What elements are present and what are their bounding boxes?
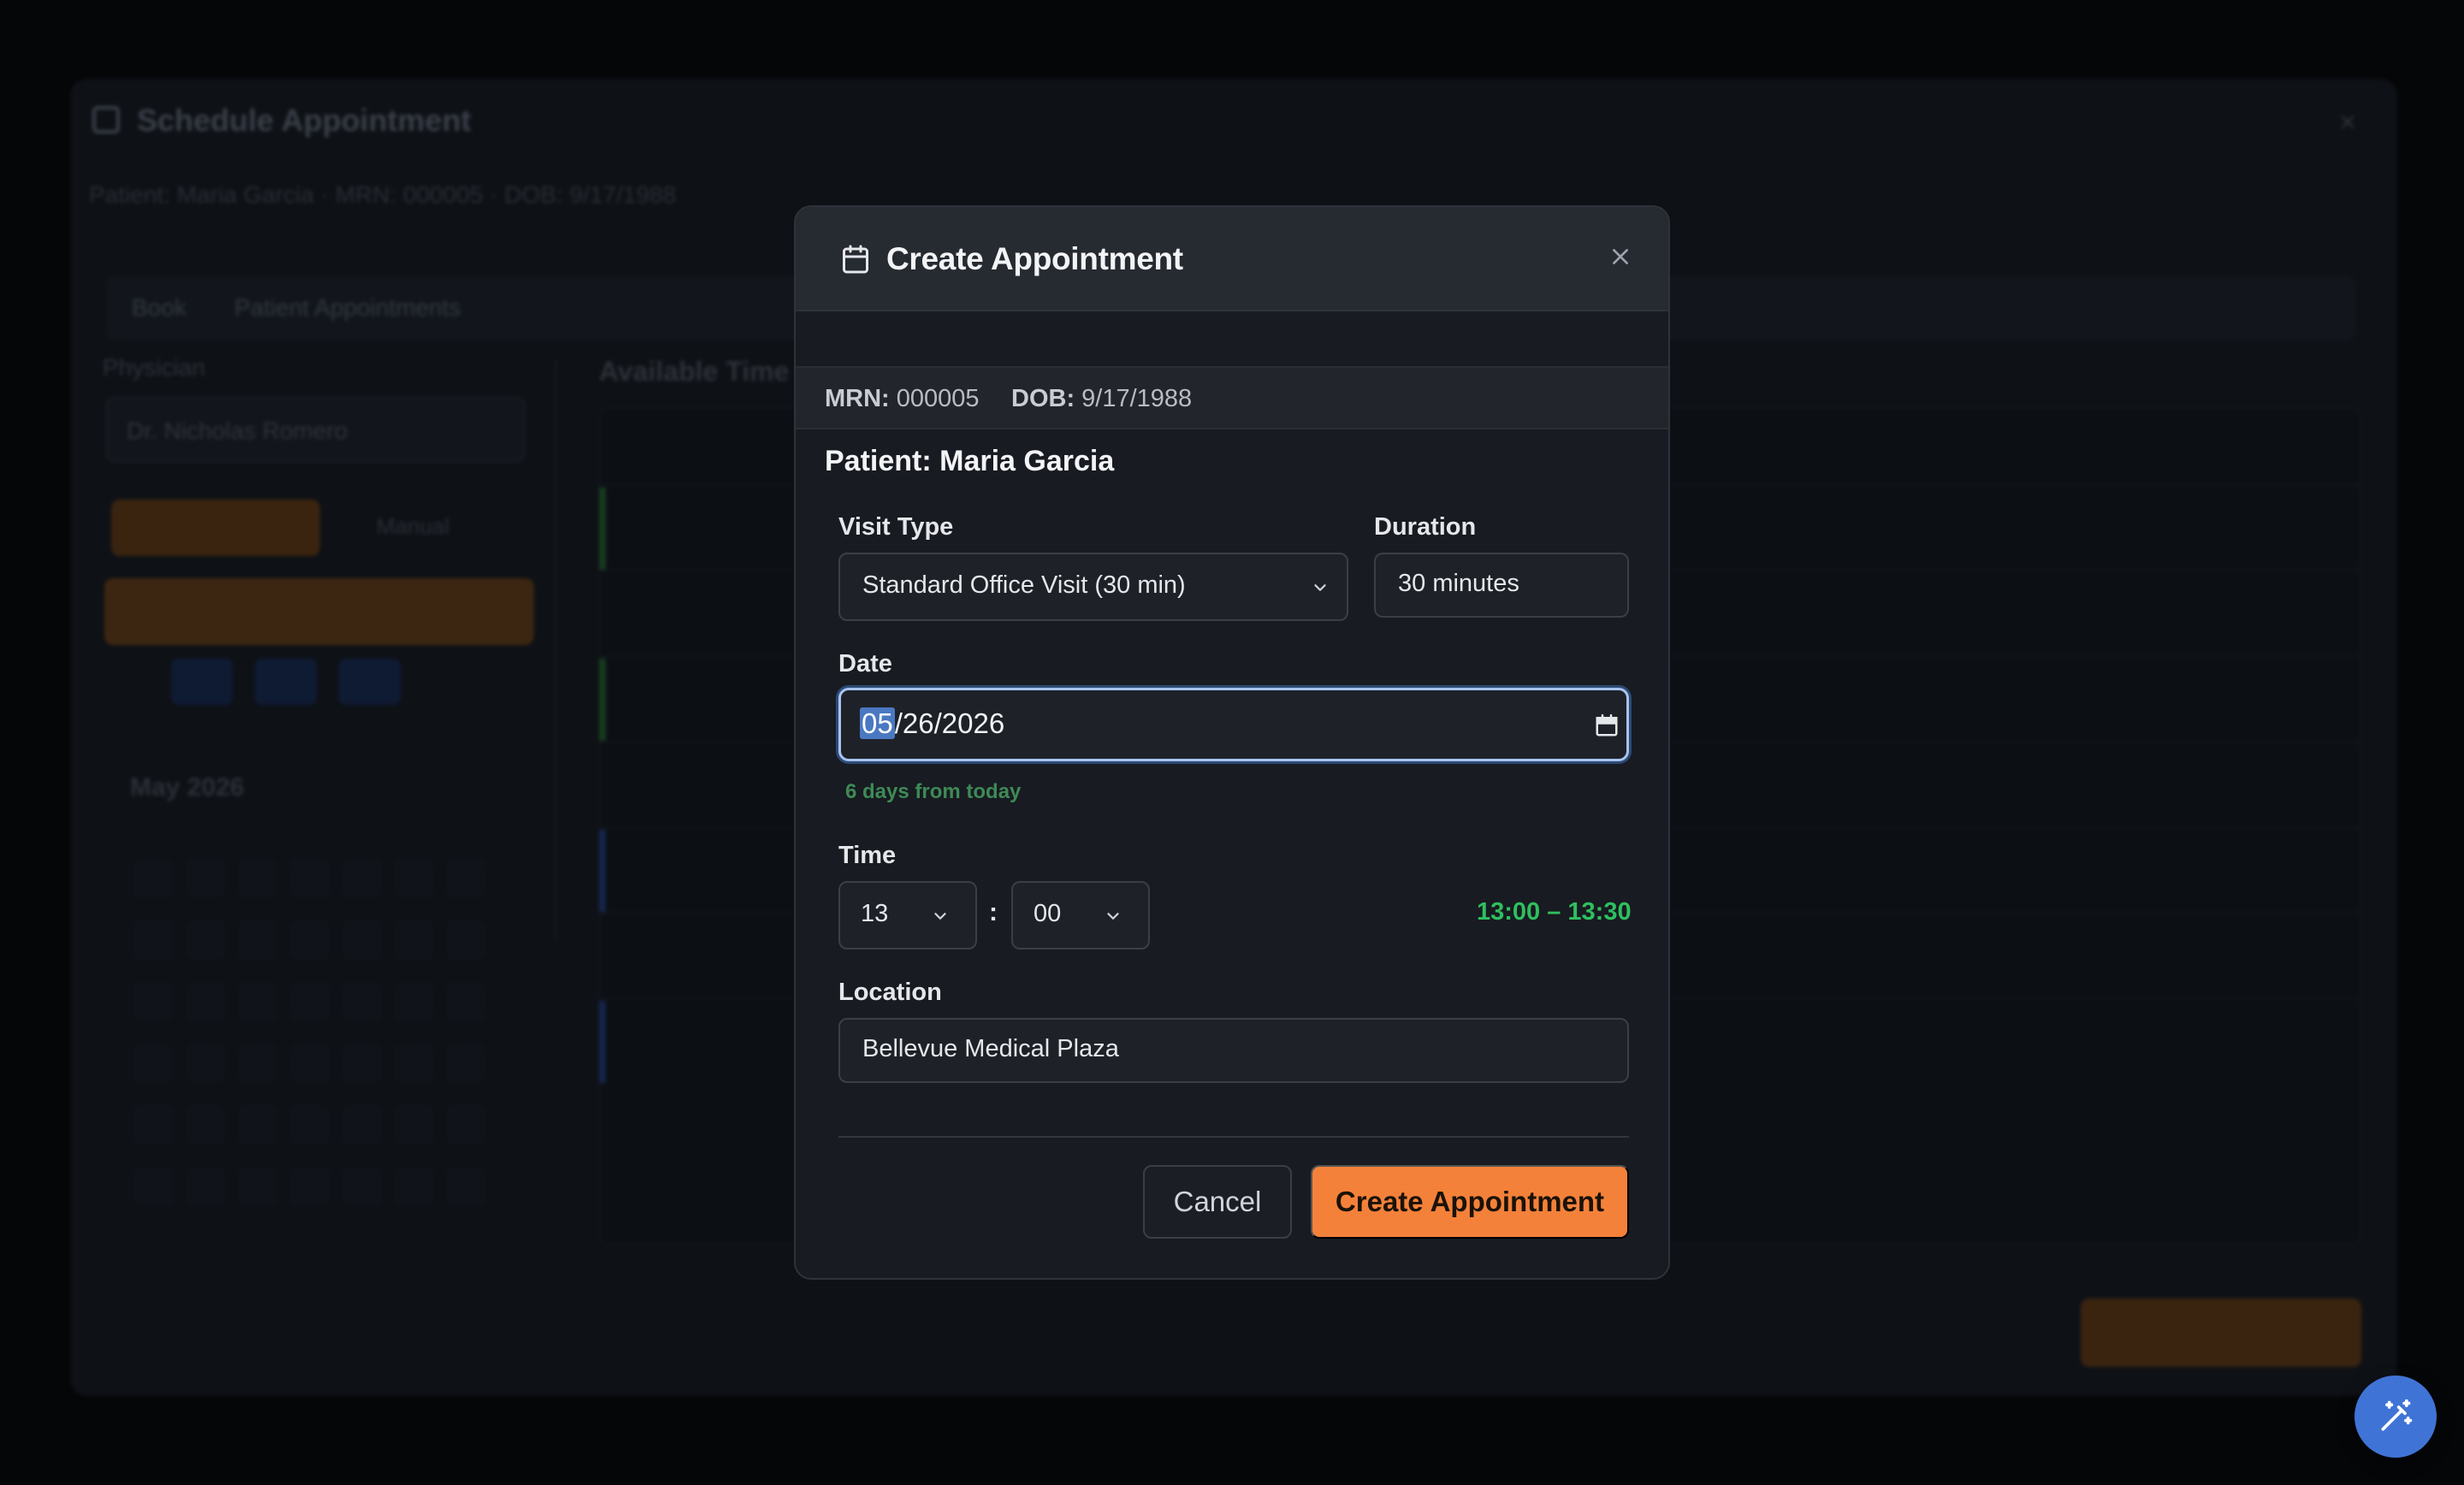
tab-patient-appointments: Patient Appointments: [234, 294, 461, 321]
calendar-day: [290, 982, 329, 1021]
calendar-day: [290, 859, 329, 898]
calendar-day: [394, 859, 434, 898]
calendar-icon[interactable]: [1594, 713, 1620, 738]
date-rest: /26/2026: [894, 707, 1005, 739]
minute-select[interactable]: 00: [1011, 881, 1150, 950]
calendar-day: [133, 1105, 173, 1145]
calendar-day: [186, 982, 225, 1021]
calendar-icon: [92, 106, 120, 133]
calendar-day: [447, 920, 486, 960]
patient-name: Patient: Maria Garcia: [825, 445, 1115, 477]
calendar-day: [186, 1167, 225, 1206]
duration-field[interactable]: 30 minutes: [1374, 553, 1629, 618]
modal-title: Create Appointment: [886, 241, 1183, 276]
calendar-day: [133, 1167, 173, 1206]
status-bar: [599, 659, 606, 741]
date-month-segment[interactable]: 05: [860, 707, 895, 739]
calendar-day: [133, 920, 173, 960]
duration-label: Duration: [1374, 513, 1477, 541]
date-label: Date: [838, 650, 892, 677]
close-icon: [1613, 249, 1628, 264]
calendar-day: [394, 982, 434, 1021]
chevron-down-icon: [934, 913, 946, 920]
location-field[interactable]: Bellevue Medical Plaza: [838, 1018, 1629, 1083]
calendar-icon: [843, 245, 868, 274]
calendar-day: [133, 982, 173, 1021]
calendar-day: [447, 1044, 486, 1083]
close-button[interactable]: [1603, 240, 1638, 274]
chip: [171, 659, 233, 705]
calendar-day: [342, 859, 382, 898]
calendar-day: [290, 1044, 329, 1083]
calendar-day: [290, 1167, 329, 1206]
divider: [554, 359, 557, 941]
calendar-day: [238, 920, 277, 960]
calendar-day: [342, 1044, 382, 1083]
calendar-day: [342, 1105, 382, 1145]
calendar-day: [133, 1044, 173, 1083]
status-bar: [599, 1001, 606, 1083]
toggle-available: [111, 500, 320, 556]
modal-header: Create Appointment: [796, 207, 1668, 311]
tab-book: Book: [132, 294, 187, 321]
create-appointment-button[interactable]: Create Appointment: [1311, 1165, 1629, 1239]
physician-select: Dr. Nicholas Romero: [106, 397, 525, 462]
visit-type-select[interactable]: Standard Office Visit (30 min): [838, 553, 1348, 621]
time-separator: :: [989, 898, 998, 926]
calendar-day: [447, 982, 486, 1021]
chevron-down-icon: [1107, 913, 1119, 920]
calendar-day: [186, 1044, 225, 1083]
date-hint: 6 days from today: [845, 780, 1022, 803]
status-bar: [599, 488, 606, 570]
calendar-day: [238, 982, 277, 1021]
calendar-day: [447, 859, 486, 898]
physician-label: Physician: [103, 354, 205, 381]
visit-type-label: Visit Type: [838, 513, 954, 541]
calendar-day: [186, 1105, 225, 1145]
calendar-day: [342, 920, 382, 960]
dob: DOB: 9/17/1988: [1011, 385, 1193, 412]
footer-divider: [838, 1136, 1629, 1138]
calendar-day: [394, 1167, 434, 1206]
time-label: Time: [838, 842, 897, 869]
location-label: Location: [838, 979, 942, 1006]
calendar-day: [447, 1167, 486, 1206]
date-input[interactable]: 05/26/2026: [838, 688, 1629, 761]
status-bar: [599, 830, 606, 912]
magic-wand-icon: [2381, 1399, 2413, 1431]
patient-meta-bar: MRN: 000005 DOB: 9/17/1988: [796, 366, 1668, 429]
calendar-day: [238, 1044, 277, 1083]
toggle-manual: Manual: [376, 513, 450, 539]
create-appointment-modal: Create Appointment MRN: 000005 DOB: 9/17…: [794, 205, 1670, 1280]
mrn: MRN: 000005: [825, 385, 980, 412]
calendar-day: [238, 1105, 277, 1145]
calendar-month: May 2026: [130, 773, 245, 802]
calendar-day: [447, 1105, 486, 1145]
calendar-day: [394, 920, 434, 960]
done-scheduling-button: [2081, 1299, 2361, 1367]
chip: [339, 659, 400, 705]
chevron-down-icon: [1314, 584, 1326, 591]
calendar-day: [238, 859, 277, 898]
calendar-day: [290, 920, 329, 960]
calendar-day: [394, 1105, 434, 1145]
hour-select[interactable]: 13: [838, 881, 977, 950]
calendar-day: [342, 1167, 382, 1206]
background-title: Schedule Appointment: [137, 103, 471, 138]
calendar-day: [394, 1044, 434, 1083]
calendar-day: [186, 920, 225, 960]
close-icon: ×: [2339, 106, 2356, 139]
new-appointment-button: [104, 578, 534, 645]
background-subline: Patient: Maria Garcia · MRN: 000005 · DO…: [89, 181, 677, 208]
time-range: 13:00 – 13:30: [1477, 898, 1632, 926]
calendar-day: [133, 859, 173, 898]
chip: [255, 659, 317, 705]
calendar-day: [342, 982, 382, 1021]
assistant-fab[interactable]: [2354, 1376, 2437, 1458]
calendar-day: [238, 1167, 277, 1206]
cancel-button[interactable]: Cancel: [1143, 1165, 1292, 1239]
calendar-day: [290, 1105, 329, 1145]
calendar-day: [186, 859, 225, 898]
